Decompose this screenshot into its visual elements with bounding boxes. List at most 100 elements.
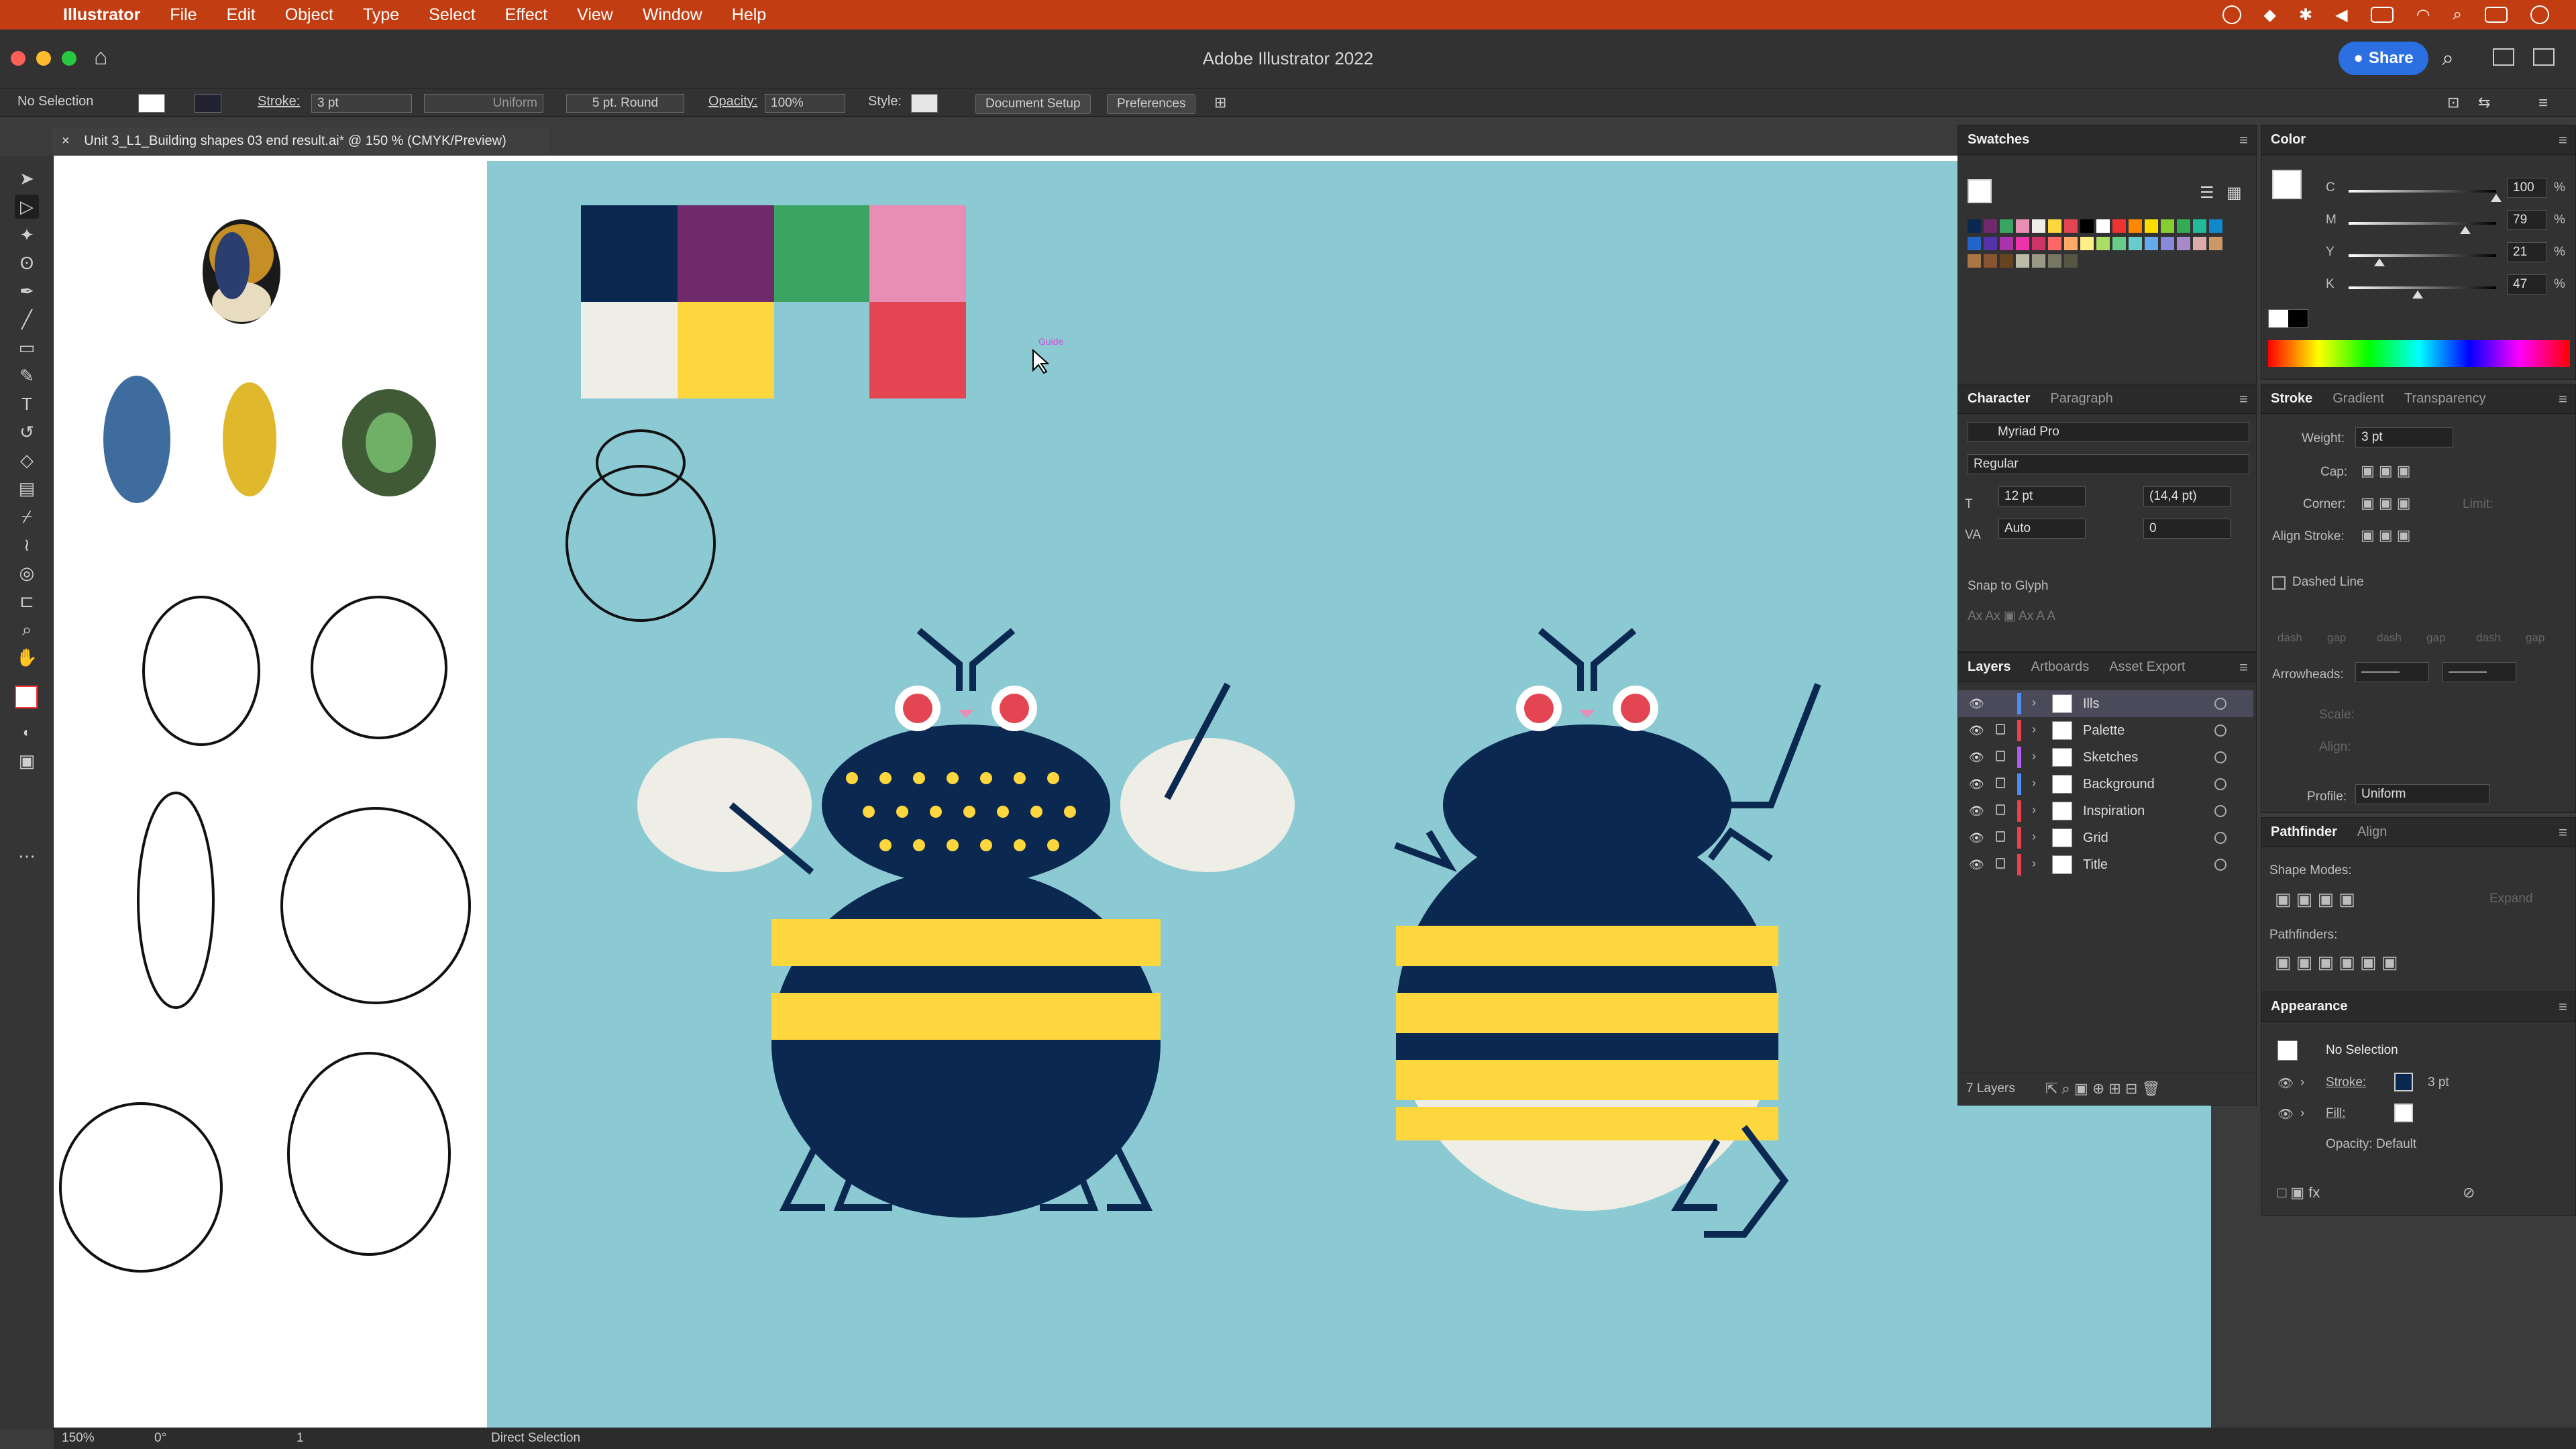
- tracking-field[interactable]: 0: [2143, 519, 2231, 539]
- volume-icon[interactable]: ◀: [2335, 5, 2347, 25]
- channel-slider[interactable]: [2349, 190, 2496, 193]
- swatch-chip[interactable]: [1968, 237, 1981, 250]
- swatches-tab[interactable]: Swatches: [1968, 132, 2029, 148]
- layer-name[interactable]: Ills: [2083, 696, 2099, 712]
- channel-value[interactable]: 21: [2507, 242, 2547, 262]
- swatch-chip[interactable]: [2000, 254, 2013, 268]
- layer-target-icon[interactable]: [2214, 751, 2226, 763]
- arrange-icon[interactable]: ⇆: [2478, 94, 2490, 111]
- color-tab[interactable]: Color: [2271, 132, 2306, 148]
- magic-wand-tool-icon[interactable]: ✦: [15, 223, 39, 247]
- visibility-icon[interactable]: 👁: [1969, 831, 1984, 845]
- brush-definition[interactable]: 5 pt. Round: [566, 94, 684, 113]
- expand-chevron-icon[interactable]: ›: [2032, 803, 2036, 817]
- pathfinder-menu-icon[interactable]: ≡: [2559, 824, 2567, 841]
- menu-edit[interactable]: Edit: [227, 5, 256, 25]
- stroke-expand-icon[interactable]: ›: [2300, 1075, 2304, 1090]
- swatch-chip[interactable]: [2016, 254, 2029, 268]
- variable-width-profile[interactable]: Uniform: [424, 94, 543, 113]
- appearance-fill-swatch[interactable]: [2394, 1104, 2413, 1122]
- channel-slider-knob[interactable]: [2374, 258, 2385, 266]
- expand-chevron-icon[interactable]: ›: [2032, 696, 2036, 710]
- channel-value[interactable]: 47: [2507, 274, 2547, 294]
- visibility-icon[interactable]: 👁: [1969, 804, 1984, 818]
- lock-icon[interactable]: [1996, 724, 2005, 735]
- layer-name[interactable]: Sketches: [2083, 750, 2138, 765]
- pen-tool-icon[interactable]: ✒: [15, 279, 39, 303]
- appearance-menu-icon[interactable]: ≡: [2559, 998, 2567, 1016]
- menu-view[interactable]: View: [577, 5, 613, 25]
- swatch-chip[interactable]: [2000, 219, 2013, 233]
- swatch-chip[interactable]: [2048, 254, 2061, 268]
- tab-character[interactable]: Character: [1968, 391, 2030, 407]
- kerning-field[interactable]: Auto: [1998, 519, 2086, 539]
- drawing-modes-icon[interactable]: ◐: [15, 720, 39, 745]
- pathfinder-buttons[interactable]: ▣ ▣ ▣ ▣ ▣ ▣: [2275, 952, 2398, 973]
- appearance-stroke-weight[interactable]: 3 pt: [2428, 1075, 2449, 1090]
- expand-chevron-icon[interactable]: ›: [2032, 749, 2036, 763]
- swatch-chip[interactable]: [2048, 237, 2061, 250]
- layer-row[interactable]: 👁 › Title: [1958, 851, 2253, 878]
- isolate-icon[interactable]: ⊡: [2447, 94, 2459, 111]
- swatch-chip[interactable]: [2193, 219, 2206, 233]
- expand-chevron-icon[interactable]: ›: [2032, 776, 2036, 790]
- menu-object[interactable]: Object: [285, 5, 333, 25]
- arrowhead-start-select[interactable]: ———: [2355, 662, 2429, 682]
- swatch-chip[interactable]: [2032, 237, 2045, 250]
- swatch-chip[interactable]: [2161, 219, 2174, 233]
- appearance-footer-icons[interactable]: □ ▣ fx: [2277, 1184, 2320, 1201]
- stroke-weight-field[interactable]: 3 pt: [2355, 427, 2453, 447]
- control-center-icon[interactable]: [2485, 7, 2508, 23]
- corner-buttons[interactable]: ▣ ▣ ▣: [2361, 494, 2411, 512]
- fill-color-icon[interactable]: [15, 686, 38, 708]
- swatch-chip[interactable]: [2016, 237, 2029, 250]
- stroke-swatch[interactable]: [195, 94, 221, 113]
- share-button[interactable]: ● Share: [2339, 42, 2428, 75]
- channel-slider[interactable]: [2349, 222, 2496, 225]
- menu-file[interactable]: File: [170, 5, 197, 25]
- swatch-chip[interactable]: [2032, 219, 2045, 233]
- tab-artboards[interactable]: Artboards: [2031, 659, 2090, 675]
- color-spectrum[interactable]: [2268, 340, 2570, 367]
- swatch-chip[interactable]: [2112, 219, 2126, 233]
- swatches-menu-icon[interactable]: ≡: [2239, 131, 2248, 149]
- battery-icon[interactable]: [2370, 7, 2394, 23]
- swatch-chip[interactable]: [2064, 254, 2078, 268]
- layer-target-icon[interactable]: [2214, 698, 2226, 710]
- visibility-icon[interactable]: 👁: [1969, 751, 1984, 765]
- cmyk-slider-row[interactable]: K 47%: [2261, 273, 2576, 300]
- control-menu-icon[interactable]: ≡: [2538, 94, 2548, 113]
- layer-name[interactable]: Title: [2083, 857, 2108, 873]
- swatch-chip[interactable]: [2016, 219, 2029, 233]
- swatch-chip[interactable]: [2096, 237, 2110, 250]
- gradient-tool-icon[interactable]: ▤: [15, 476, 39, 500]
- shape-builder-tool-icon[interactable]: ◎: [15, 561, 39, 585]
- paintbrush-tool-icon[interactable]: ✎: [15, 364, 39, 388]
- swatch-chip[interactable]: [2209, 219, 2222, 233]
- cmyk-slider-row[interactable]: C 100%: [2261, 176, 2576, 203]
- rotate-tool-icon[interactable]: ↺: [15, 420, 39, 444]
- swatch-chip[interactable]: [1968, 254, 1981, 268]
- stroke-label[interactable]: Stroke:: [258, 94, 300, 109]
- layer-row[interactable]: 👁 › Background: [1958, 771, 2253, 798]
- width-tool-icon[interactable]: ≀: [15, 533, 39, 557]
- grid-view-icon[interactable]: ▦: [2226, 183, 2242, 203]
- layer-name[interactable]: Background: [2083, 777, 2155, 792]
- color-menu-icon[interactable]: ≡: [2559, 131, 2567, 149]
- glyph-snap-icons[interactable]: Ax Ax ▣ Ax A A: [1968, 608, 2055, 624]
- layer-name[interactable]: Grid: [2083, 830, 2108, 846]
- type-tool-icon[interactable]: T: [15, 392, 39, 416]
- search-help-icon[interactable]: ⌕: [2442, 46, 2454, 71]
- leading-field[interactable]: (14,4 pt): [2143, 486, 2231, 506]
- hand-tool-icon[interactable]: ✋: [15, 645, 39, 669]
- menu-help[interactable]: Help: [732, 5, 766, 25]
- rotate-view-angle[interactable]: 0°: [154, 1431, 166, 1446]
- align-stroke-buttons[interactable]: ▣ ▣ ▣: [2361, 527, 2411, 544]
- layer-row[interactable]: 👁 › Ills: [1958, 690, 2253, 717]
- font-family-field[interactable]: Myriad Pro: [1968, 422, 2249, 442]
- clock-icon[interactable]: [2530, 5, 2549, 24]
- tab-stroke[interactable]: Stroke: [2271, 391, 2312, 407]
- swatch-chip[interactable]: [1984, 254, 1997, 268]
- font-style-field[interactable]: Regular: [1968, 454, 2249, 474]
- dropbox-icon[interactable]: ◆: [2264, 5, 2276, 25]
